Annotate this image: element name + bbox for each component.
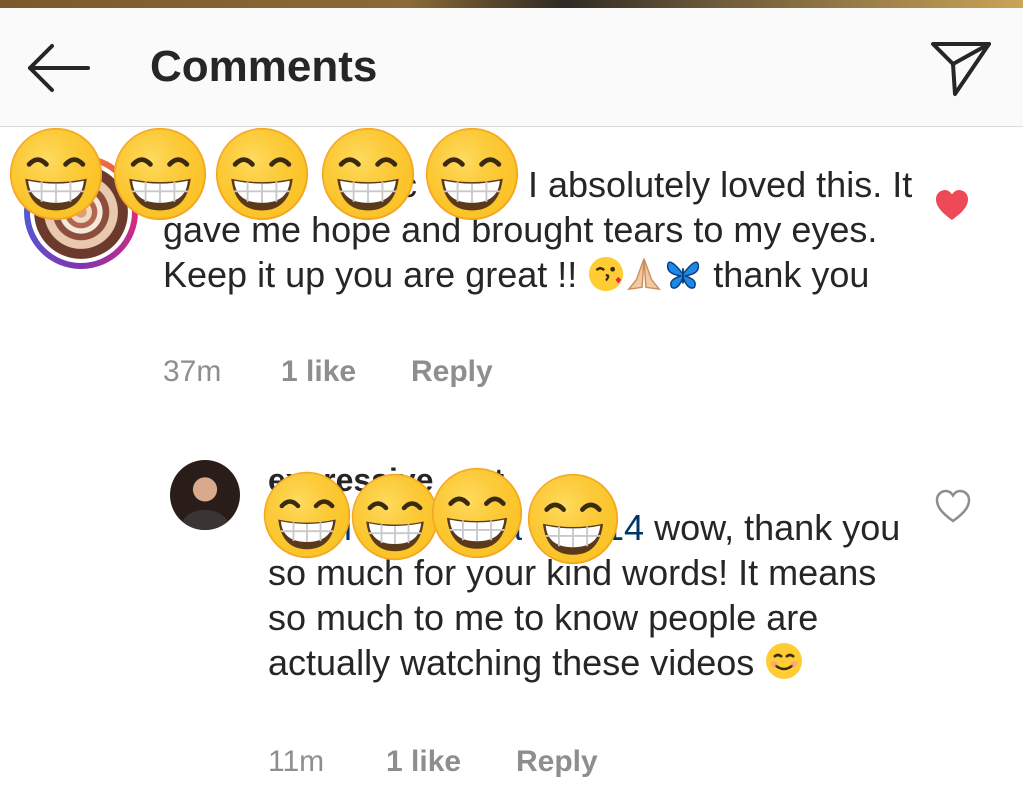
comments-header: Comments (0, 8, 1023, 127)
comment-reply-button[interactable]: Reply (411, 355, 493, 389)
grinning-face-emoji (424, 126, 520, 222)
comment-meta: 37m 1 like Reply (163, 355, 493, 389)
grinning-face-emoji (430, 466, 524, 560)
back-button[interactable] (22, 38, 94, 98)
heart-filled-icon (936, 190, 968, 220)
comments-screen: Comments igcI absolutely loved this. It … (0, 0, 1023, 811)
share-button[interactable] (927, 36, 995, 102)
grinning-face-emoji (262, 470, 352, 560)
comment-time: 37m (163, 355, 222, 388)
reply-time: 11m (268, 745, 325, 778)
kiss-wink-emoji (587, 255, 625, 303)
replier-avatar[interactable] (170, 460, 240, 530)
grinning-face-emoji (112, 126, 208, 222)
video-frame-strip (0, 0, 1023, 8)
like-button-filled[interactable] (934, 188, 970, 222)
comment-likes-link[interactable]: 1 like (281, 355, 411, 389)
folded-hands-emoji (625, 255, 663, 303)
arrow-left-icon (28, 44, 90, 92)
page-title: Comments (150, 42, 378, 91)
reply-reply-button[interactable]: Reply (516, 745, 598, 779)
grinning-face-emoji (350, 472, 440, 562)
reply-likes-link[interactable]: 1 like (386, 745, 516, 779)
grinning-face-emoji (214, 126, 310, 222)
like-button-outline[interactable] (934, 488, 972, 524)
grinning-face-emoji (8, 126, 104, 222)
butterfly-emoji (663, 255, 703, 303)
grinning-face-emoji (526, 472, 620, 566)
reply-meta: 11m 1 like Reply (268, 745, 598, 779)
heart-outline-icon (935, 489, 971, 523)
grinning-face-emoji (320, 126, 416, 222)
paper-plane-icon (931, 42, 991, 96)
smiling-face-emoji (764, 641, 804, 691)
